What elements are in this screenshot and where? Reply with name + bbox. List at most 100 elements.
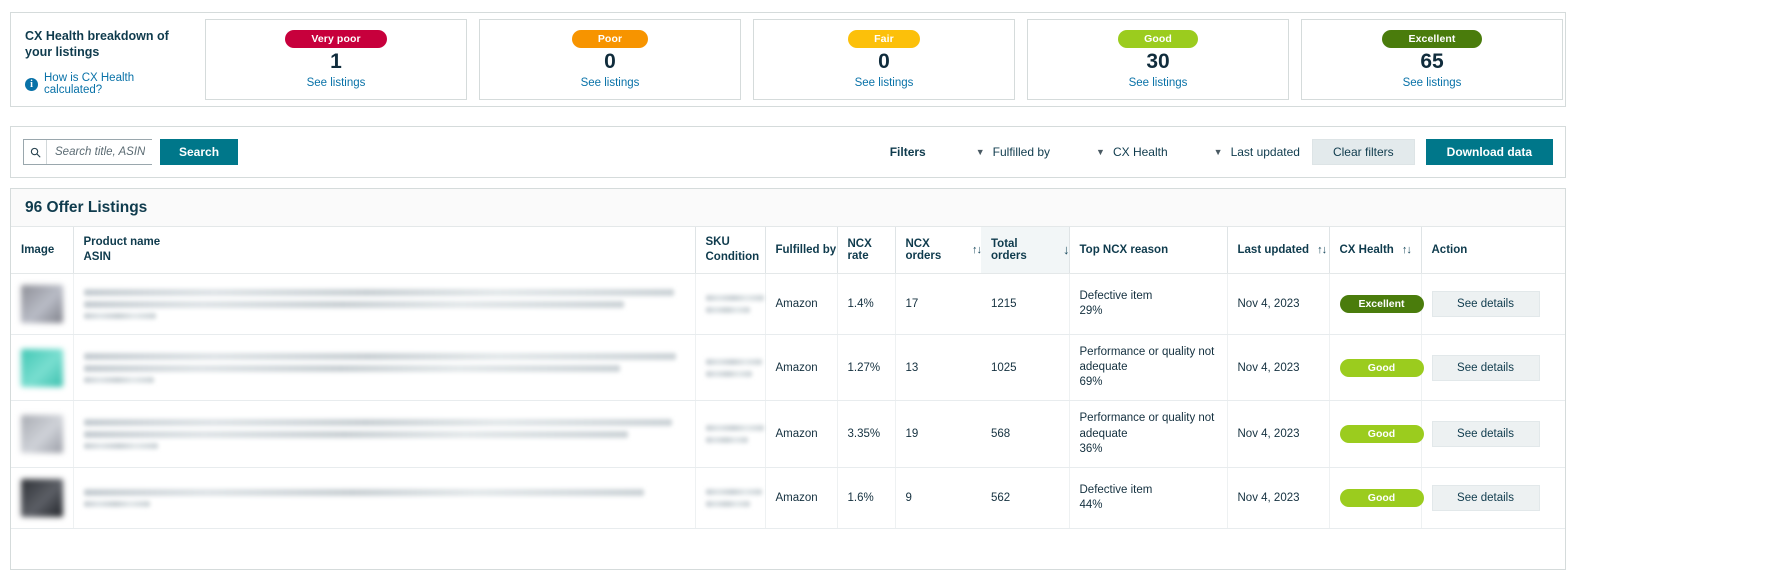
col-sku-label: SKU — [706, 235, 765, 250]
breakdown-left-column: CX Health breakdown of your listings i H… — [11, 13, 205, 106]
redacted-sku-text — [706, 489, 765, 507]
see-listings-poor[interactable]: See listings — [581, 77, 640, 89]
redacted-product-text — [84, 353, 695, 383]
cell-ncx-orders: 9 — [895, 467, 981, 528]
reason-percent: 29% — [1080, 304, 1227, 319]
badge-poor: Poor — [572, 30, 648, 48]
col-action-label: Action — [1432, 244, 1468, 256]
cx-card-fair: Fair 0 See listings — [753, 19, 1015, 100]
col-image-label: Image — [21, 244, 54, 256]
cx-card-good: Good 30 See listings — [1027, 19, 1289, 100]
cell-cx-health: Good — [1329, 334, 1421, 401]
cell-ncx-rate: 3.35% — [837, 401, 895, 468]
cell-ncx-rate: 1.4% — [837, 273, 895, 334]
cell-action: See details — [1421, 334, 1566, 401]
col-top-ncx-reason-label: Top NCX reason — [1080, 244, 1169, 256]
sort-descending-icon[interactable]: ↓ — [1063, 242, 1069, 257]
col-total-orders-label: Total orders — [991, 238, 1055, 262]
col-fulfilled-by: Fulfilled by — [765, 227, 837, 273]
status-badge: Good — [1340, 425, 1424, 443]
cell-ncx-orders: 17 — [895, 273, 981, 334]
see-listings-fair[interactable]: See listings — [855, 77, 914, 89]
download-data-button[interactable]: Download data — [1426, 139, 1553, 165]
sort-updown-icon[interactable]: ↑↓ — [1317, 244, 1326, 256]
cell-action: See details — [1421, 273, 1566, 334]
see-details-button[interactable]: See details — [1432, 355, 1540, 381]
count-very-poor: 1 — [330, 50, 342, 74]
badge-fair: Fair — [848, 30, 920, 48]
cell-fulfilled-by: Amazon — [765, 401, 837, 468]
search-button[interactable]: Search — [160, 139, 238, 165]
col-ncx-orders[interactable]: NCX orders ↑↓ — [895, 227, 981, 273]
cell-total-orders: 568 — [981, 401, 1069, 468]
cx-health-dashboard: CX Health breakdown of your listings i H… — [0, 0, 1766, 579]
see-details-button[interactable]: See details — [1432, 421, 1540, 447]
filter-fulfilled-by-label: Fulfilled by — [993, 145, 1050, 159]
cx-health-cards: Very poor 1 See listings Poor 0 See list… — [205, 13, 1565, 106]
cell-top-ncx-reason: Defective item 44% — [1069, 467, 1227, 528]
clear-filters-button[interactable]: Clear filters — [1312, 139, 1415, 165]
table-row: Amazon 3.35% 19 568 Performance or quali… — [11, 401, 1566, 468]
redacted-product-text — [84, 489, 695, 507]
offer-listings-table: Image Product name ASIN SKU Condition — [11, 227, 1566, 529]
cell-action: See details — [1421, 401, 1566, 468]
table-row: Amazon 1.6% 9 562 Defective item 44% Nov… — [11, 467, 1566, 528]
see-details-button[interactable]: See details — [1432, 485, 1540, 511]
cell-cx-health: Excellent — [1329, 273, 1421, 334]
badge-very-poor: Very poor — [285, 30, 386, 48]
cell-fulfilled-by: Amazon — [765, 467, 837, 528]
col-last-updated[interactable]: Last updated ↑↓ — [1227, 227, 1329, 273]
see-listings-excellent[interactable]: See listings — [1403, 77, 1462, 89]
search-filter-bar: Search title, ASIN Search Filters ▼ Fulf… — [10, 126, 1566, 178]
search-group: Search title, ASIN Search — [23, 139, 238, 165]
chevron-down-icon: ▼ — [976, 148, 985, 157]
col-action: Action — [1421, 227, 1566, 273]
search-input[interactable]: Search title, ASIN — [23, 139, 152, 165]
col-image: Image — [11, 227, 73, 273]
count-good: 30 — [1146, 50, 1169, 74]
cell-sku-condition — [695, 401, 765, 468]
cell-product-name — [73, 273, 695, 334]
cell-last-updated: Nov 4, 2023 — [1227, 467, 1329, 528]
filter-last-updated[interactable]: ▼ Last updated — [1214, 145, 1300, 159]
status-badge: Good — [1340, 359, 1424, 377]
filters-label: Filters — [890, 145, 926, 159]
cell-ncx-orders: 13 — [895, 334, 981, 401]
listings-header: 96 Offer Listings — [11, 189, 1565, 227]
sort-updown-icon[interactable]: ↑↓ — [1402, 244, 1411, 256]
cell-ncx-orders: 19 — [895, 401, 981, 468]
see-listings-good[interactable]: See listings — [1129, 77, 1188, 89]
cell-sku-condition — [695, 273, 765, 334]
filter-cx-health-label: CX Health — [1113, 145, 1168, 159]
filters-area: Filters ▼ Fulfilled by ▼ CX Health ▼ Las… — [890, 139, 1553, 165]
breakdown-title: CX Health breakdown of your listings — [25, 29, 195, 60]
cell-sku-condition — [695, 467, 765, 528]
cell-action: See details — [1421, 467, 1566, 528]
reason-text: Performance or quality not adequate — [1080, 345, 1227, 375]
cell-image — [11, 273, 73, 334]
how-is-cx-health-calculated-link[interactable]: i How is CX Health calculated? — [25, 72, 195, 96]
reason-text: Defective item — [1080, 289, 1227, 304]
redacted-sku-text — [706, 359, 765, 377]
col-last-updated-label: Last updated — [1238, 244, 1310, 256]
cell-image — [11, 401, 73, 468]
col-cx-health-label: CX Health — [1340, 244, 1394, 256]
filter-cx-health[interactable]: ▼ CX Health — [1096, 145, 1168, 159]
filter-fulfilled-by[interactable]: ▼ Fulfilled by — [976, 145, 1050, 159]
reason-text: Performance or quality not adequate — [1080, 411, 1227, 441]
count-poor: 0 — [604, 50, 616, 74]
see-listings-very-poor[interactable]: See listings — [307, 77, 366, 89]
filter-last-updated-label: Last updated — [1231, 145, 1300, 159]
redacted-sku-text — [706, 425, 765, 443]
sort-updown-icon[interactable]: ↑↓ — [972, 244, 981, 256]
col-total-orders[interactable]: Total orders ↓ — [981, 227, 1069, 273]
cell-ncx-rate: 1.6% — [837, 467, 895, 528]
col-ncx-rate-label: NCX rate — [848, 238, 872, 262]
see-details-button[interactable]: See details — [1432, 291, 1540, 317]
cell-product-name — [73, 334, 695, 401]
cell-image — [11, 334, 73, 401]
chevron-down-icon: ▼ — [1096, 148, 1105, 157]
col-cx-health[interactable]: CX Health ↑↓ — [1329, 227, 1421, 273]
cell-cx-health: Good — [1329, 467, 1421, 528]
product-thumbnail — [21, 479, 63, 517]
